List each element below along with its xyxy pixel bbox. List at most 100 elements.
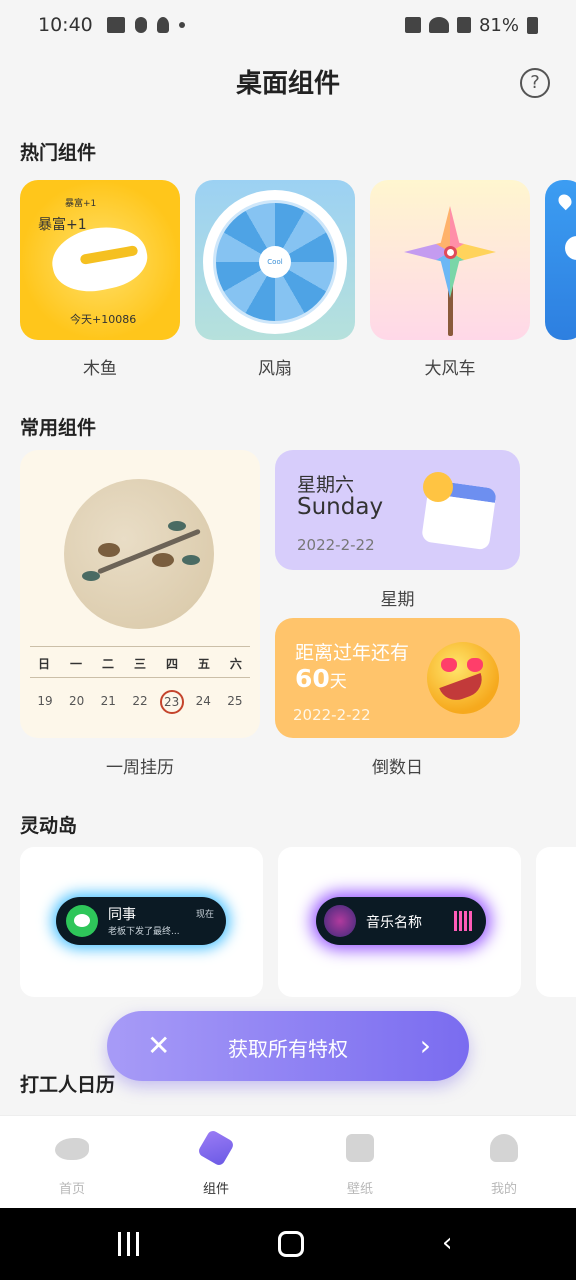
calendar-date: 25 (227, 694, 243, 708)
windmill-label: 大风车 (424, 359, 476, 379)
leaf-graphic (82, 571, 100, 581)
system-nav-bar: ‹ (0, 1208, 576, 1280)
weekday-label: 日 (38, 657, 51, 671)
profile-icon (490, 1134, 518, 1162)
countdown-date: 2022-2-22 (293, 706, 371, 724)
wechat-island-pill: 同事 现在 老板下发了最终... (56, 897, 226, 945)
weekday-date: 2022-2-22 (297, 536, 375, 554)
status-time: 10:40 (38, 14, 93, 36)
countdown-days: 60 (295, 664, 330, 693)
calendar-dates-row: 19 20 21 22 23 24 25 (30, 690, 250, 714)
mute-icon (404, 17, 421, 33)
music-name: 音乐名称 (366, 915, 422, 931)
tab-label: 组件 (202, 1182, 229, 1197)
countdown-unit: 天 (329, 672, 347, 692)
calendar-painting (64, 479, 214, 629)
calendar-date: 21 (100, 694, 116, 708)
island-time: 现在 (195, 910, 214, 920)
weather-icon (565, 236, 576, 260)
bird-graphic (152, 553, 174, 567)
fan-widget-card[interactable]: Cool (195, 180, 355, 340)
weekday-label: 星期 (380, 590, 415, 610)
wechat-icon (66, 905, 98, 937)
title-bar: 桌面组件 ? (0, 60, 576, 108)
calendar-date: 22 (132, 694, 148, 708)
weekday-label: 五 (197, 657, 210, 671)
weekday-label: 一 (69, 657, 82, 671)
hot-widgets-row: 暴富+1 暴富+1 今天+10086 木鱼 Cool 风扇 大风车 (20, 180, 576, 380)
status-bar: 10:40 81% (0, 0, 576, 50)
help-icon[interactable]: ? (520, 68, 550, 98)
wifi-icon (428, 17, 449, 33)
weekday-chinese: 星期六 (297, 474, 355, 496)
heart-eyes-emoji-icon (427, 642, 499, 714)
weekday-english: Sunday (297, 494, 384, 520)
location-icon (555, 191, 575, 211)
muyu-widget-card[interactable]: 暴富+1 暴富+1 今天+10086 (20, 180, 180, 340)
weekday-label: 六 (229, 657, 242, 671)
bulb-icon (156, 17, 169, 33)
island-widgets-row: 同事 现在 老板下发了最终... 音乐名称 (20, 847, 576, 997)
music-island-card[interactable]: 音乐名称 (278, 847, 521, 997)
heart-eye (467, 658, 483, 672)
promo-text: 获取所有特权 (228, 1037, 348, 1061)
island-card-partial[interactable] (536, 847, 576, 997)
section-title-hot: 热门组件 (20, 142, 97, 164)
leaf-graphic (182, 555, 200, 565)
tab-label: 壁纸 (346, 1182, 373, 1197)
section-title-island: 灵动岛 (20, 815, 78, 837)
weather-widget-card[interactable] (545, 180, 576, 340)
recent-apps-icon[interactable] (118, 1232, 142, 1256)
calendar-date-today: 23 (159, 690, 184, 714)
snapchat-icon (134, 17, 147, 33)
countdown-widget-card[interactable]: 距离过年还有 60天 2022-2-22 (275, 618, 520, 738)
wallpaper-icon (346, 1134, 374, 1162)
island-message: 老板下发了最终... (108, 927, 180, 937)
page-title: 桌面组件 (235, 69, 340, 99)
calendar-date: 24 (195, 694, 211, 708)
countdown-label: 倒数日 (372, 758, 423, 778)
week-calendar-widget-card[interactable]: 日 一 二 三 四 五 六 19 20 21 22 23 24 25 (20, 450, 260, 738)
countdown-number: 60天 (295, 664, 347, 693)
signal-icon (456, 17, 471, 33)
tab-widgets[interactable]: 组件 (144, 1116, 288, 1208)
battery-percent: 81% (478, 14, 519, 36)
muyu-label: 木鱼 (83, 359, 117, 379)
fan-hub: Cool (259, 246, 291, 278)
wechat-island-card[interactable]: 同事 现在 老板下发了最终... (20, 847, 263, 997)
more-notifications-icon (178, 22, 185, 28)
countdown-text: 距离过年还有 (295, 642, 410, 664)
tab-wallpaper[interactable]: 壁纸 (288, 1116, 432, 1208)
weekday-label: 二 (101, 657, 114, 671)
tab-profile[interactable]: 我的 (432, 1116, 576, 1208)
island-sender: 同事 (108, 907, 136, 923)
heart-eye (441, 658, 457, 672)
tab-home[interactable]: 首页 (0, 1116, 144, 1208)
windmill-hub (444, 246, 457, 259)
bottom-tab-bar: 首页 组件 壁纸 我的 (0, 1115, 576, 1208)
weekday-label: 四 (165, 657, 178, 671)
sound-wave-icon (454, 911, 474, 931)
tab-label: 我的 (490, 1182, 517, 1197)
fan-label: 风扇 (258, 359, 292, 379)
battery-icon (527, 16, 538, 34)
moon-icon (423, 472, 453, 502)
windmill-widget-card[interactable] (370, 180, 530, 340)
music-island-pill: 音乐名称 (316, 897, 486, 945)
calendar-date: 20 (69, 694, 85, 708)
bird-graphic (98, 543, 120, 557)
weekday-widget-card[interactable]: 星期六 Sunday 2022-2-22 (275, 450, 520, 570)
week-calendar-label: 一周挂历 (106, 758, 174, 778)
get-all-privileges-banner[interactable]: ✕ 获取所有特权 › (107, 1011, 469, 1081)
calendar-divider (30, 646, 250, 647)
tab-label: 首页 (58, 1182, 85, 1197)
chevron-right-icon: › (419, 1029, 431, 1062)
back-icon[interactable]: ‹ (442, 1230, 452, 1256)
calendar-date: 19 (37, 694, 53, 708)
home-icon[interactable] (278, 1231, 304, 1257)
muyu-small-text: 暴富+1 (65, 199, 97, 209)
bird-icon (55, 1138, 89, 1160)
muyu-top-text: 暴富+1 (38, 217, 87, 233)
muyu-count-text: 今天+10086 (70, 313, 137, 326)
calendar-weekdays-row: 日 一 二 三 四 五 六 (30, 655, 250, 672)
